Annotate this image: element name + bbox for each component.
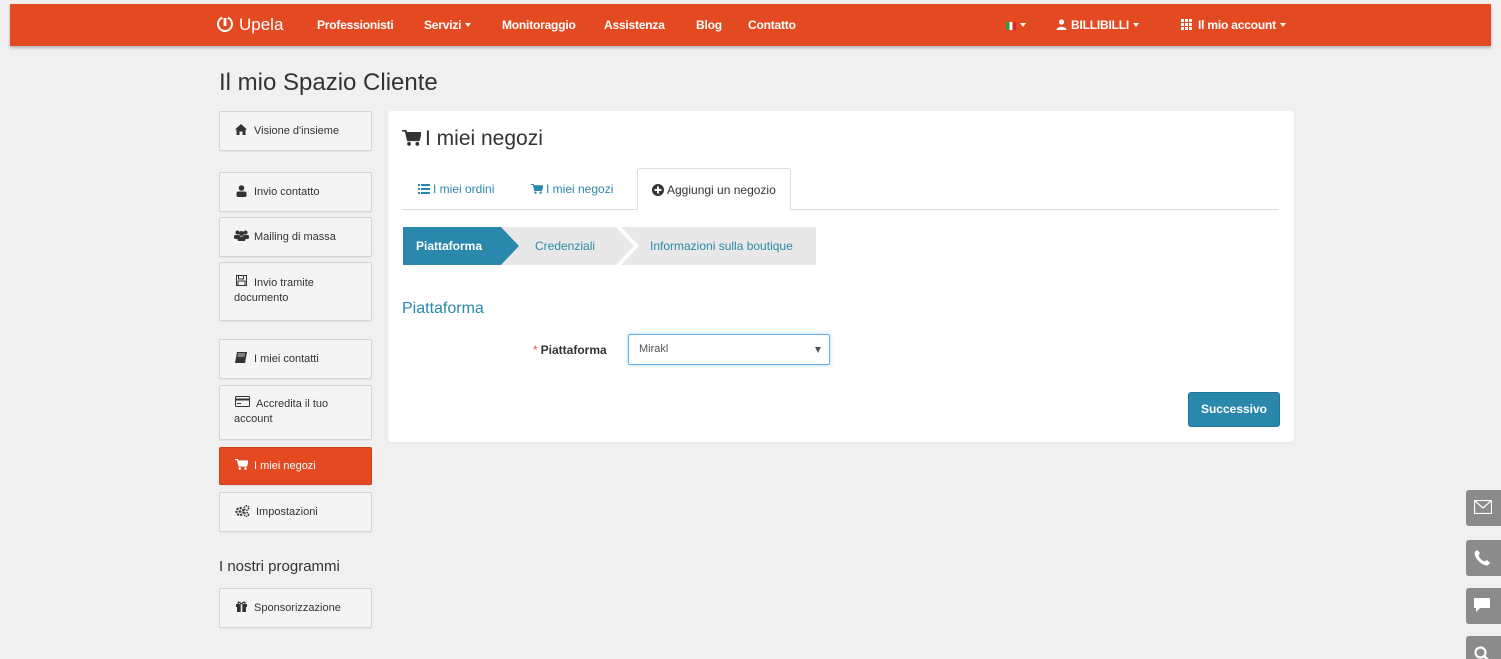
step-shop-info[interactable]: Informazioni sulla boutique (650, 227, 793, 265)
platform-label-text: Piattaforma (540, 343, 607, 357)
nav-servizi-label: Servizi (424, 18, 462, 32)
step-credentials[interactable]: Credenziali (535, 227, 595, 265)
grid-icon (1181, 19, 1192, 30)
sidebar-item-label: Sponsorizzazione (254, 602, 341, 614)
sidebar-item-label: Impostazioni (256, 506, 318, 518)
email-float-button[interactable] (1466, 490, 1501, 526)
account-dropdown[interactable]: Il mio account (1181, 4, 1286, 46)
sidebar-item-label: Visione d'insieme (254, 125, 340, 137)
sidebar-item-send-contact[interactable]: Invio contatto (219, 172, 372, 212)
search-icon (1474, 646, 1489, 659)
user-dropdown[interactable]: BILLIBILLI (1056, 4, 1139, 46)
sidebar-item-mass-mailing[interactable]: Mailing di massa (219, 217, 372, 257)
brand-name: Upela (239, 15, 284, 34)
cart-icon (531, 183, 544, 194)
search-float-button[interactable] (1466, 636, 1501, 659)
sidebar-item-overview[interactable]: Visione d'insieme (219, 111, 372, 151)
sidebar-item-settings[interactable]: Impostazioni (219, 492, 372, 532)
cogs-icon (234, 504, 250, 520)
nav-monitoraggio[interactable]: Monitoraggio (502, 4, 576, 46)
tab-label: I miei negozi (546, 182, 614, 196)
list-icon (418, 184, 430, 194)
nav-blog[interactable]: Blog (696, 4, 722, 46)
sidebar-item-label: Mailing di massa (254, 231, 336, 243)
user-icon (1056, 19, 1067, 30)
user-name: BILLIBILLI (1071, 18, 1129, 32)
chevron-down-icon (465, 23, 472, 27)
programs-title: I nostri programmi (219, 558, 340, 575)
credit-card-icon (234, 396, 250, 412)
plus-circle-icon (652, 184, 664, 196)
sidebar-item-sponsorship[interactable]: Sponsorizzazione (219, 588, 372, 628)
nav-servizi[interactable]: Servizi (424, 4, 472, 46)
tab-my-shops[interactable]: I miei negozi (531, 168, 613, 210)
chevron-down-icon (1279, 23, 1286, 27)
top-navbar: Upela Professionisti Servizi Monitoraggi… (10, 4, 1491, 46)
gift-icon (234, 601, 248, 615)
sidebar-item-my-shops[interactable]: I miei negozi (219, 447, 372, 485)
cart-icon (234, 458, 249, 473)
sidebar-item-label: I miei contatti (254, 353, 319, 365)
sidebar-item-my-contacts[interactable]: I miei contatti (219, 339, 372, 379)
step-platform[interactable]: Piattaforma (416, 227, 482, 265)
shops-panel: I miei negozi I miei ordini I miei negoz… (388, 111, 1294, 442)
users-icon (234, 230, 249, 244)
language-dropdown[interactable] (1006, 4, 1026, 46)
panel-title-text: I miei negozi (425, 127, 543, 150)
section-title: Piattaforma (402, 300, 484, 317)
phone-icon (1474, 550, 1490, 566)
brand-link[interactable]: Upela (216, 4, 283, 46)
cart-icon (402, 129, 423, 146)
italy-flag-icon (1006, 22, 1016, 30)
sidebar-item-label: Invio contatto (254, 186, 320, 198)
platform-select-value: Mirakl (639, 343, 669, 355)
chat-float-button[interactable] (1466, 588, 1501, 624)
account-label: Il mio account (1198, 18, 1276, 32)
nav-assistenza[interactable]: Assistenza (604, 4, 665, 46)
user-icon (234, 184, 248, 200)
chat-icon (1474, 598, 1490, 612)
tab-label: Aggiungi un negozio (667, 183, 776, 197)
save-icon (234, 275, 248, 291)
envelope-icon (1474, 500, 1492, 514)
page-title: Il mio Spazio Cliente (219, 69, 438, 96)
platform-select[interactable]: Mirakl (628, 334, 830, 365)
sidebar-item-label: I miei negozi (254, 460, 316, 472)
upela-logo-icon (217, 15, 233, 32)
nav-contatto[interactable]: Contatto (748, 4, 796, 46)
tab-my-orders[interactable]: I miei ordini (418, 168, 494, 210)
platform-field-label: * Piattaforma (533, 343, 607, 357)
chevron-down-icon (1020, 23, 1026, 27)
nav-professionisti[interactable]: Professionisti (317, 4, 394, 46)
tab-label: I miei ordini (433, 182, 495, 196)
panel-title: I miei negozi (402, 127, 543, 151)
home-icon (234, 124, 248, 138)
required-mark: * (533, 343, 538, 357)
chevron-down-icon (815, 347, 821, 353)
sidebar-item-credit-account[interactable]: Accredita il tuo account (219, 385, 372, 440)
chevron-down-icon (1133, 23, 1139, 27)
tab-add-shop[interactable]: Aggiungi un negozio (637, 168, 791, 211)
sidebar-item-send-document[interactable]: Invio tramite documento (219, 262, 372, 321)
book-icon (234, 352, 248, 366)
panel-tabs: I miei ordini I miei negozi Aggiungi un … (402, 168, 1279, 211)
phone-float-button[interactable] (1466, 540, 1501, 576)
next-button[interactable]: Successivo (1188, 392, 1280, 427)
